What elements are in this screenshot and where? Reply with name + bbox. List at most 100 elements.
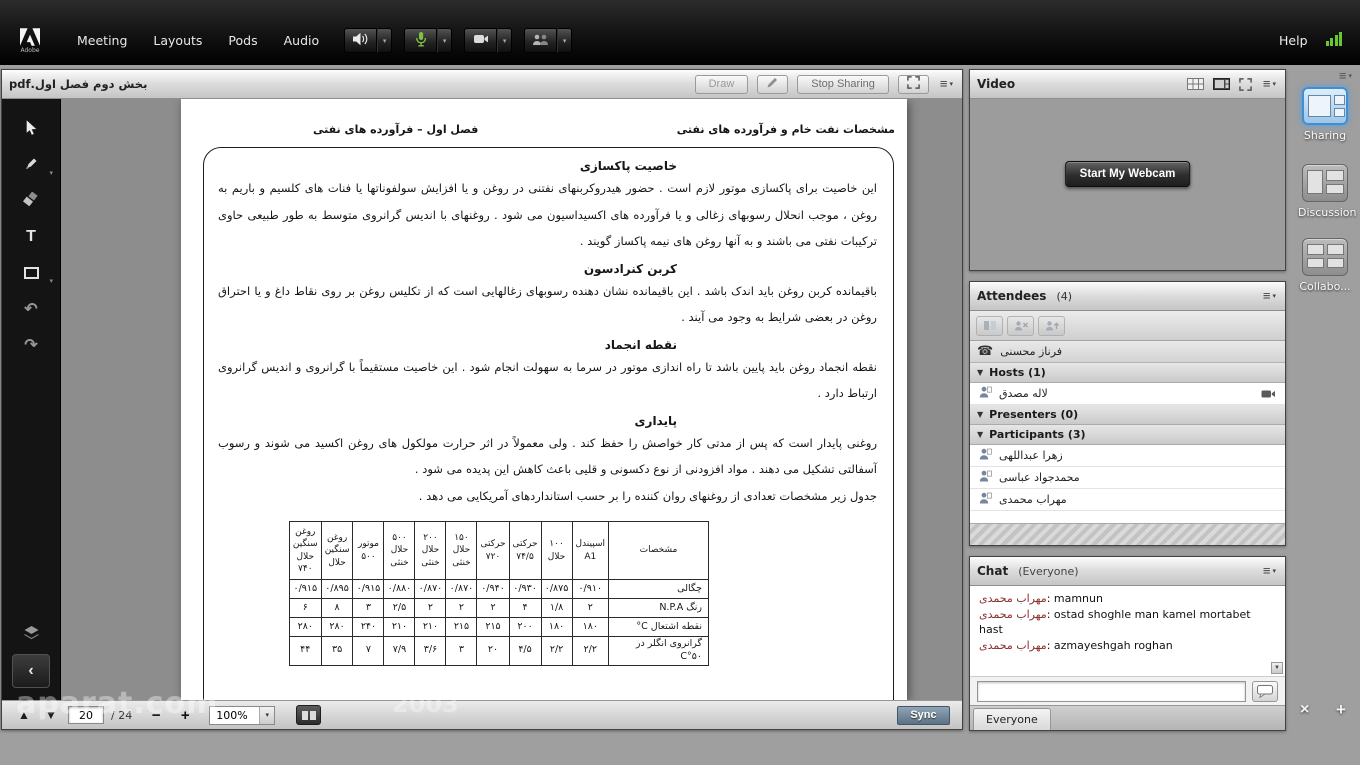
text-tool[interactable]: T [13,221,49,252]
video-pod-titlebar: Video ≡ ▾ [970,70,1285,99]
attendee-group-header[interactable]: ▼ Hosts (1) [970,363,1285,383]
phone-attendee-row[interactable]: ☎ فرناز محسنی [970,341,1285,363]
spec-table-row: نقطه اشتعال C° ۱۸۰ ۱۸۰ ۲۰۰ ۲۱۵ ۲۱۵ ۲۱۰ ۲۱۰ ۲۴۰ ۲۸… [288,617,709,637]
sync-button[interactable]: Sync [897,705,950,725]
microphone-caret-button[interactable]: ▾ [437,28,453,53]
spec-table-row: چگالی ۰/۹۱۰ ۰/۸۷۵ ۰/۹۳۰ ۰/۹۴۰ ۰/۸۷۰ ۰/۸۷۰ ۰/۸۸۰… [288,579,709,599]
status-caret-button[interactable]: ▾ [557,28,573,53]
page-number-input[interactable] [68,706,104,724]
spec-cell: ۳۵ [320,636,354,666]
menu-lines-icon: ≡ [1262,76,1271,91]
attendee-row[interactable]: مهراب محمدی [970,489,1285,511]
section-title: پایداری [634,413,677,428]
attendees-resize-handle[interactable] [970,523,1285,545]
share-pod-menu-button[interactable]: ≡ ▾ [938,77,955,90]
status-button[interactable] [524,28,558,53]
layout-bar: ≡ ▾ Sharing Discussion Collabo... × + [1290,65,1360,765]
zoom-in-button[interactable]: + [174,707,196,724]
connection-signal-icon[interactable] [1325,31,1342,46]
page-down-button[interactable]: ▼ [41,708,61,722]
shape-tool[interactable]: ▾ [13,257,53,288]
layout-collaboration-button[interactable]: Collabo... [1298,238,1352,293]
add-button[interactable]: + [1336,700,1346,720]
microphone-button[interactable] [404,28,438,53]
chat-tab-everyone[interactable]: Everyone [973,708,1051,730]
webcam-caret-button[interactable]: ▾ [497,28,513,53]
video-pod-menu-button[interactable]: ≡ ▾ [1261,76,1278,91]
chat-send-button[interactable] [1252,680,1278,702]
shape-caret-icon[interactable]: ▾ [49,277,53,285]
attendee-group-label: Hosts (1) [989,366,1046,379]
zoom-caret-icon[interactable]: ▾ [259,706,275,724]
layers-button[interactable] [13,618,49,649]
attendees-pod-menu-button[interactable]: ≡ ▾ [1261,289,1278,302]
menu-audio[interactable]: Audio [271,27,333,54]
spec-cell: ۱/۸ [540,598,573,618]
layout-sharing-button[interactable]: Sharing [1298,87,1352,142]
menu-layouts[interactable]: Layouts [140,27,215,54]
marker-tool[interactable]: ▾ [13,149,53,180]
webcam-button[interactable] [464,28,498,53]
share-pod-footer: ▲ ▼ / 24 − + 100% ▾ Sync [2,700,962,729]
attendee-group-header[interactable]: ▼ Presenters (0) [970,405,1285,425]
spec-table: مشخصات اسپیندل A1 ۱۰۰ حلال حرکتی ۷۴/۵ حرکتی … [288,521,709,666]
eraser-tool[interactable] [13,185,49,216]
menu-pods[interactable]: Pods [215,27,270,54]
sharing-layout-icon [1302,87,1348,125]
attendee-group-header[interactable]: ▼ Participants (3) [970,425,1285,445]
thumbnails-button[interactable] [296,705,322,725]
video-fullscreen-button[interactable] [1239,77,1252,91]
zoom-select[interactable]: 100% ▾ [209,705,276,725]
document-area: مشخصات نفت خام و فرآورده های نفتی فصل او… [61,99,962,700]
spec-col-header: ۱۵۰ حلال خنثی [445,521,478,580]
page-up-button[interactable]: ▲ [14,708,34,722]
speaker-button[interactable] [344,28,378,53]
chat-pod-controls: ≡ ▾ [1261,564,1278,577]
attendees-toolbar-button-3[interactable] [1038,315,1065,336]
spec-cell: ۲۰۰ [508,617,542,637]
attendee-row[interactable]: محمدجواد عباسی [970,467,1285,489]
draw-button[interactable]: Draw [694,74,749,94]
spec-cell: ۰/۹۱۵ [288,579,322,599]
chat-scroll-down-button[interactable]: ▼ [1271,662,1283,674]
menu-meeting[interactable]: Meeting [64,27,140,54]
grid-view-button[interactable] [1186,78,1204,90]
filmstrip-view-button[interactable] [1212,78,1230,90]
menu-help[interactable]: Help [1269,27,1318,54]
filmstrip-view-icon [1212,78,1230,90]
speaker-icon [352,32,369,49]
marker-caret-icon[interactable]: ▾ [49,169,53,177]
microphone-control: ▾ [404,28,453,53]
spec-cell: ۲ [414,598,447,618]
redo-button[interactable]: ↷ [13,329,49,360]
attendee-row[interactable]: لاله مصدق [970,383,1285,405]
chat-pod-menu-button[interactable]: ≡ ▾ [1261,564,1278,577]
section-title: نقطه انجماد [604,337,677,352]
adobe-logo-label: Adobe [20,46,40,54]
fullscreen-button[interactable] [897,74,929,94]
collapse-toolbar-button[interactable]: ‹ [12,654,50,688]
undo-button[interactable]: ↶ [13,293,49,324]
attendees-toolbar-button-1[interactable] [976,315,1003,336]
pointer-tool[interactable] [13,113,49,144]
chat-pod-titlebar: Chat (Everyone) ≡ ▾ [970,557,1285,586]
stop-sharing-button[interactable]: Stop Sharing [797,74,889,94]
attendee-row[interactable]: زهرا عبداللهی [970,445,1285,467]
pen-icon [766,76,779,92]
chat-input[interactable] [977,680,1246,702]
attendees-toolbar-button-2[interactable] [1007,315,1034,336]
caret-icon: ▾ [1348,72,1352,80]
pen-tool-button[interactable] [757,74,789,94]
spec-col-header: موتور ۵۰۰ [352,521,385,580]
speaker-caret-button[interactable]: ▾ [377,28,393,53]
adobe-logo[interactable]: Adobe [10,27,50,54]
spec-col-header: ۵۰۰ حلال خنثی [383,521,416,580]
zoom-out-button[interactable]: − [145,707,167,724]
start-webcam-button[interactable]: Start My Webcam [1064,161,1191,188]
attendee-name: مهراب محمدی [999,493,1067,506]
attendees-toolbar-icon [1014,321,1028,331]
layout-discussion-button[interactable]: Discussion [1298,164,1357,219]
spec-col-header: اسپیندل A1 [571,521,610,580]
layouts-menu-button[interactable]: ≡ ▾ [1339,68,1352,83]
close-button[interactable]: × [1300,701,1309,719]
